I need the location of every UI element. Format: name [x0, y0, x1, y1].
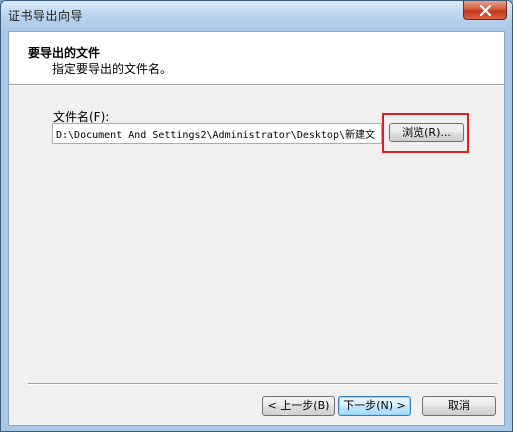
footer-divider [28, 383, 498, 385]
wizard-page: 要导出的文件 指定要导出的文件名。 文件名(F): 浏览(R)... < 上一步… [8, 31, 505, 426]
window-title: 证书导出向导 [8, 9, 84, 23]
back-button[interactable]: < 上一步(B) [262, 396, 335, 416]
title-bar[interactable]: 证书导出向导 [1, 1, 512, 30]
close-button[interactable] [463, 1, 507, 20]
file-name-input[interactable] [52, 123, 382, 144]
cancel-button[interactable]: 取消 [422, 396, 496, 416]
page-title: 要导出的文件 [28, 46, 101, 60]
page-subtitle: 指定要导出的文件名。 [52, 62, 173, 76]
certificate-export-wizard-window: 证书导出向导 要导出的文件 指定要导出的文件名。 文件名(F): 浏览(R)..… [0, 0, 513, 432]
header-divider [9, 84, 504, 86]
browse-button[interactable]: 浏览(R)... [389, 123, 464, 142]
wizard-header: 要导出的文件 指定要导出的文件名。 [9, 32, 504, 84]
next-button[interactable]: 下一步(N) > [338, 396, 411, 416]
